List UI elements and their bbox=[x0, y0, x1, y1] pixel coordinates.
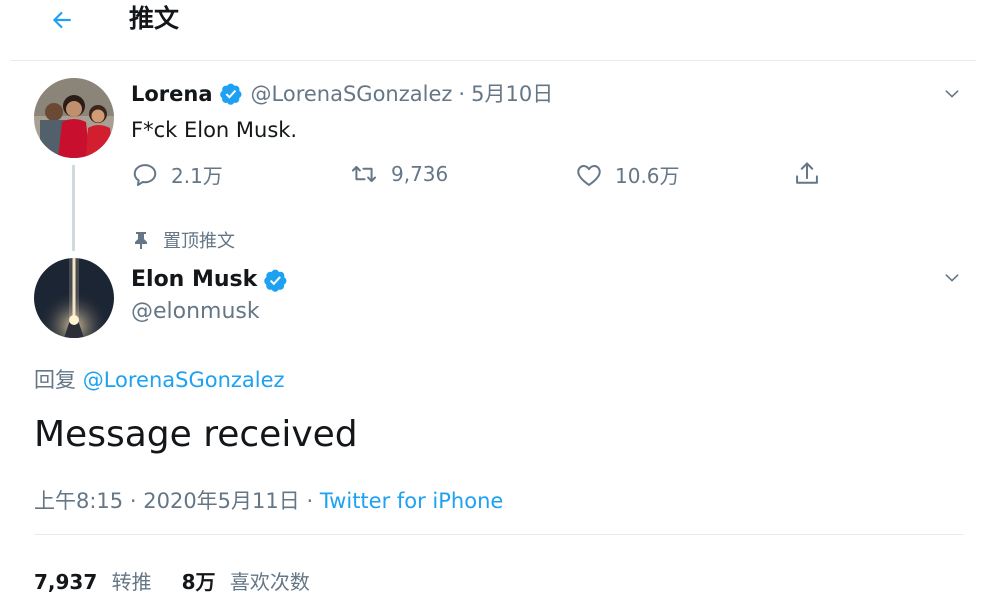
retweets-count: 7,937 bbox=[34, 570, 98, 594]
back-button[interactable] bbox=[42, 2, 82, 38]
share-upload-icon bbox=[796, 162, 818, 184]
avatar-image bbox=[34, 78, 114, 158]
likes-stat[interactable]: 8万 喜欢次数 bbox=[182, 567, 310, 597]
tweet-date[interactable]: 2020年5月11日 bbox=[143, 489, 300, 513]
thread-connector-line bbox=[72, 165, 75, 251]
tweet-actions: 2.1万 9,736 10.6万 bbox=[131, 160, 851, 192]
retweet-count: 9,736 bbox=[391, 162, 449, 186]
author-handle[interactable]: @elonmusk bbox=[131, 297, 260, 327]
like-button[interactable]: 10.6万 bbox=[575, 160, 680, 189]
pinned-text: 置顶推文 bbox=[163, 231, 235, 252]
page-header: 推文 bbox=[0, 0, 983, 46]
reply-button[interactable]: 2.1万 bbox=[131, 160, 223, 189]
separator-dot: · bbox=[129, 489, 137, 513]
retweets-stat[interactable]: 7,937 转推 bbox=[34, 567, 152, 597]
comment-bubble-icon bbox=[133, 163, 157, 186]
author-handle[interactable]: @LorenaSGonzalez bbox=[251, 80, 453, 108]
like-count: 10.6万 bbox=[615, 164, 680, 188]
tweet-menu-button[interactable] bbox=[940, 266, 964, 290]
parent-tweet-header: Lorena @LorenaSGonzalez · 5月10日 bbox=[131, 80, 553, 108]
reply-count: 2.1万 bbox=[171, 164, 223, 188]
tweet-menu-button[interactable] bbox=[940, 82, 964, 106]
author-name[interactable]: Lorena bbox=[131, 80, 213, 108]
pin-icon bbox=[135, 232, 147, 249]
tweet-source-link[interactable]: Twitter for iPhone bbox=[320, 489, 504, 513]
replying-to: 回复 @LorenaSGonzalez bbox=[34, 366, 285, 394]
retweets-label: 转推 bbox=[111, 570, 152, 594]
chevron-down-icon bbox=[945, 274, 959, 282]
tweet-metadata: 上午8:15 · 2020年5月11日 · Twitter for iPhone bbox=[34, 486, 503, 516]
pinned-tweet-label: 置顶推文 bbox=[133, 227, 235, 253]
tweet-time[interactable]: 上午8:15 bbox=[34, 489, 123, 513]
heart-icon bbox=[577, 164, 601, 186]
header-divider bbox=[10, 60, 976, 61]
main-tweet-text: Message received bbox=[34, 414, 358, 455]
arrow-left-icon bbox=[52, 11, 71, 29]
parent-tweet-text: F*ck Elon Musk. bbox=[131, 118, 298, 142]
retweet-button[interactable]: 9,736 bbox=[349, 160, 448, 188]
page-title: 推文 bbox=[129, 4, 180, 33]
retweet-icon bbox=[351, 166, 377, 182]
avatar-image bbox=[34, 258, 114, 338]
share-button[interactable] bbox=[793, 160, 833, 188]
tweet-stats: 7,937 转推 8万 喜欢次数 bbox=[34, 567, 340, 597]
verified-badge-icon bbox=[219, 82, 243, 106]
verified-badge-icon bbox=[263, 268, 288, 293]
author-name[interactable]: Elon Musk bbox=[131, 265, 257, 295]
tweet-date[interactable]: 5月10日 bbox=[471, 80, 553, 108]
reply-prefix: 回复 bbox=[34, 368, 76, 392]
chevron-down-icon bbox=[945, 90, 959, 98]
reply-mention-link[interactable]: @LorenaSGonzalez bbox=[83, 368, 285, 392]
separator-dot: · bbox=[306, 489, 314, 513]
avatar-lorena[interactable] bbox=[34, 78, 114, 158]
separator-dot: · bbox=[458, 82, 466, 106]
avatar-elon[interactable] bbox=[34, 258, 114, 338]
stats-divider bbox=[34, 534, 964, 535]
likes-count: 8万 bbox=[181, 570, 216, 594]
main-tweet-author: Elon Musk bbox=[131, 265, 296, 295]
likes-label: 喜欢次数 bbox=[229, 570, 310, 594]
